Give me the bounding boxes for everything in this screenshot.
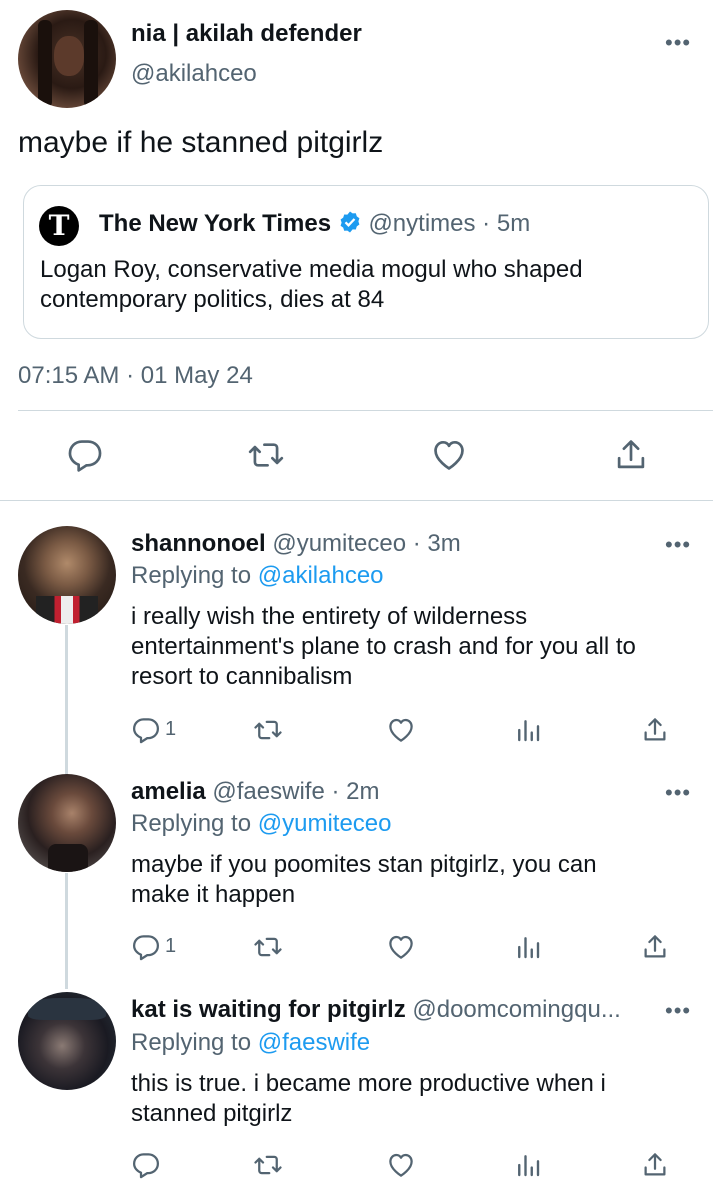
replying-to-label: Replying to bbox=[131, 562, 252, 589]
share-icon[interactable] bbox=[640, 1150, 670, 1180]
retweet-icon[interactable] bbox=[253, 1150, 283, 1180]
reply-author-name[interactable]: amelia bbox=[131, 778, 206, 805]
author-display-name[interactable]: nia | akilah defender bbox=[131, 20, 362, 48]
reply-text-line: stanned pitgirlz bbox=[131, 1100, 293, 1127]
analytics-icon[interactable] bbox=[513, 1150, 543, 1180]
divider bbox=[0, 500, 713, 501]
reply-icon[interactable] bbox=[131, 715, 161, 745]
reply-icon[interactable] bbox=[131, 1150, 161, 1180]
tweet-timestamp[interactable]: 07:15 AM · 01 May 24 bbox=[18, 362, 253, 390]
more-icon[interactable]: ••• bbox=[665, 1000, 691, 1022]
author-avatar[interactable] bbox=[18, 10, 116, 108]
like-icon[interactable] bbox=[386, 1150, 416, 1180]
reply-text-line: this is true. i became more productive w… bbox=[131, 1070, 606, 1097]
like-icon[interactable] bbox=[430, 436, 468, 474]
replying-to-link[interactable]: @faeswife bbox=[258, 1029, 370, 1056]
more-icon[interactable]: ••• bbox=[665, 782, 691, 804]
replying-to-label: Replying to bbox=[131, 810, 252, 837]
share-icon[interactable] bbox=[640, 932, 670, 962]
like-icon[interactable] bbox=[386, 715, 416, 745]
reply-text-line: i really wish the entirety of wilderness bbox=[131, 603, 528, 630]
replying-to-link[interactable]: @yumiteceo bbox=[258, 810, 392, 837]
reply-icon[interactable] bbox=[131, 932, 161, 962]
reply-count: 1 bbox=[165, 935, 177, 957]
share-icon[interactable] bbox=[640, 715, 670, 745]
reply-avatar[interactable] bbox=[18, 774, 116, 872]
like-icon[interactable] bbox=[386, 932, 416, 962]
reply-author-handle[interactable]: @yumiteceo bbox=[272, 530, 406, 557]
analytics-icon[interactable] bbox=[513, 715, 543, 745]
replying-to-link[interactable]: @akilahceo bbox=[258, 562, 384, 589]
verified-badge-icon bbox=[338, 210, 362, 241]
reply-text-line: maybe if you poomites stan pitgirlz, you… bbox=[131, 851, 597, 878]
reply-author-handle[interactable]: @faeswife bbox=[212, 778, 324, 805]
thread-line bbox=[65, 873, 68, 989]
more-icon[interactable]: ••• bbox=[665, 32, 691, 54]
reply-author-name[interactable]: shannonoel bbox=[131, 530, 266, 557]
reply-time: · 2m bbox=[331, 778, 380, 805]
analytics-icon[interactable] bbox=[513, 932, 543, 962]
quoted-author-name[interactable]: The New York Times bbox=[99, 210, 331, 237]
reply-text-line: make it happen bbox=[131, 881, 296, 908]
reply-avatar[interactable] bbox=[18, 526, 116, 624]
reply-author-name[interactable]: kat is waiting for pitgirlz bbox=[131, 996, 406, 1023]
reply-avatar[interactable] bbox=[18, 992, 116, 1090]
reply-icon[interactable] bbox=[66, 436, 104, 474]
tweet-text: maybe if he stanned pitgirlz bbox=[18, 126, 384, 159]
thread-line bbox=[65, 625, 68, 775]
author-handle[interactable]: @akilahceo bbox=[131, 60, 257, 88]
quoted-author-handle[interactable]: @nytimes bbox=[368, 210, 475, 237]
retweet-icon[interactable] bbox=[253, 932, 283, 962]
share-icon[interactable] bbox=[612, 436, 650, 474]
more-icon[interactable]: ••• bbox=[665, 534, 691, 556]
quoted-separator: · bbox=[482, 210, 491, 237]
divider bbox=[18, 410, 713, 411]
retweet-icon[interactable] bbox=[253, 715, 283, 745]
reply-text-line: entertainment's plane to crash and for y… bbox=[131, 633, 636, 660]
nyt-logo-icon: T bbox=[39, 206, 79, 246]
quoted-text-line1: Logan Roy, conservative media mogul who … bbox=[40, 256, 583, 283]
quoted-text-line2: contemporary politics, dies at 84 bbox=[40, 286, 385, 313]
replying-to-label: Replying to bbox=[131, 1029, 252, 1056]
retweet-icon[interactable] bbox=[247, 436, 285, 474]
reply-author-handle[interactable]: @doomcomingqu... bbox=[412, 996, 620, 1023]
quoted-time: 5m bbox=[496, 210, 531, 237]
reply-count: 1 bbox=[165, 718, 177, 740]
quoted-tweet-card[interactable]: T The New York Times @nytimes · 5m Logan… bbox=[23, 185, 709, 339]
reply-text-line: resort to cannibalism bbox=[131, 663, 353, 690]
reply-time: · 3m bbox=[412, 530, 461, 557]
